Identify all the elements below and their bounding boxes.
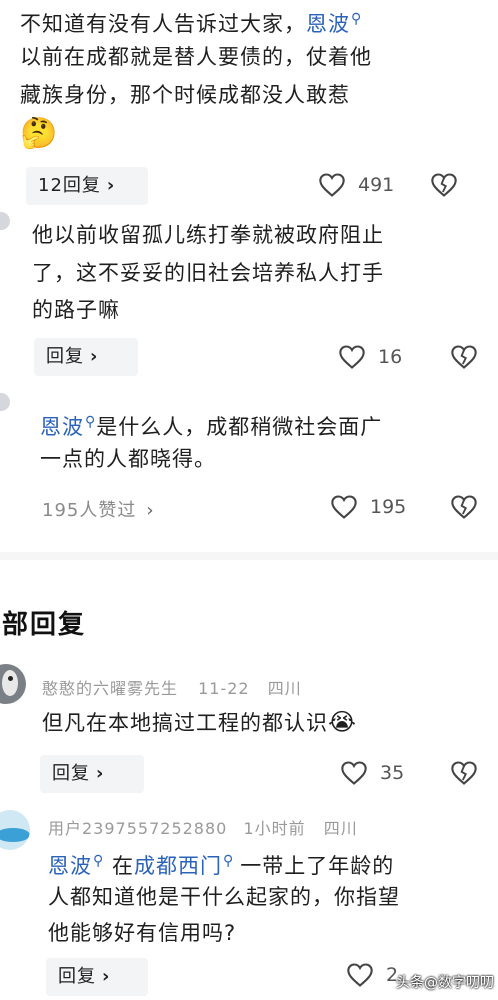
comment2-line3: 的路子嘛 bbox=[32, 298, 120, 322]
reply1-actions: 35 bbox=[340, 760, 478, 786]
comment3-actions: 195 bbox=[330, 494, 478, 520]
mention-enbo[interactable]: 恩波⚲ bbox=[40, 414, 97, 439]
search-icon: ⚲ bbox=[351, 11, 363, 27]
chevron-right-icon: › bbox=[102, 966, 111, 987]
location: 四川 bbox=[323, 819, 358, 838]
like-count: 35 bbox=[380, 762, 405, 784]
heart-icon[interactable] bbox=[330, 494, 358, 520]
search-icon: ⚲ bbox=[85, 414, 97, 430]
reply1-text: 但凡在本地搞过工程的都认识😭 bbox=[42, 705, 357, 740]
comment3-text-post: 是什么人，成都稍微社会面广 bbox=[96, 415, 383, 439]
reply2-meta: 用户2397557252880 1小时前 四川 bbox=[48, 815, 358, 839]
reply-button[interactable]: 回复 › bbox=[40, 755, 144, 793]
reply2-text-post: 一带上了年龄的 bbox=[240, 854, 395, 878]
reply1-meta: 憨憨的六曜雾先生 11-22 四川 bbox=[42, 675, 302, 699]
avatar[interactable] bbox=[0, 810, 30, 850]
location: 四川 bbox=[267, 679, 302, 698]
reply2-text-mid: 在 bbox=[111, 854, 134, 878]
replies-label: 12回复 bbox=[38, 175, 101, 196]
comment2-line2: 了，这不妥妥的旧社会培养私人打手 bbox=[32, 261, 384, 285]
broken-heart-icon[interactable] bbox=[450, 494, 478, 520]
liked-by-label: 195人赞过 bbox=[42, 500, 137, 521]
avatar[interactable] bbox=[0, 664, 26, 704]
reply-label: 回复 bbox=[58, 966, 96, 987]
heart-icon[interactable] bbox=[318, 172, 346, 198]
search-icon: ⚲ bbox=[93, 853, 105, 869]
reply-button[interactable]: 回复 › bbox=[34, 338, 138, 376]
liked-by-link[interactable]: 195人赞过 › bbox=[42, 496, 155, 522]
reply2-line2: 人都知道他是干什么起家的，你指望 bbox=[48, 885, 400, 909]
reply2-actions: 2 bbox=[346, 962, 398, 988]
comment1-line3: 藏族身份，那个时候成都没人敢惹 bbox=[20, 83, 350, 107]
broken-heart-icon[interactable] bbox=[430, 172, 458, 198]
all-replies-title: 部回复 bbox=[2, 610, 87, 640]
partial-avatar bbox=[0, 393, 10, 411]
comment3-line1: 恩波⚲是什么人，成都稍微社会面广 bbox=[40, 405, 382, 444]
crying-emoji: 😭 bbox=[328, 708, 358, 736]
chevron-right-icon: › bbox=[106, 175, 116, 196]
timestamp: 1小时前 bbox=[243, 819, 306, 838]
comment1-line2: 以前在成都就是替人要债的，仗着他 bbox=[20, 45, 372, 69]
thinking-emoji: 🤔 bbox=[20, 116, 58, 151]
chevron-right-icon: › bbox=[90, 346, 99, 367]
heart-icon[interactable] bbox=[338, 344, 366, 370]
like-count: 195 bbox=[370, 496, 407, 518]
comment1-actions: 491 bbox=[318, 172, 458, 198]
comment3-line2: 一点的人都晓得。 bbox=[40, 447, 216, 471]
heart-icon[interactable] bbox=[346, 962, 374, 988]
broken-heart-icon[interactable] bbox=[450, 760, 478, 786]
view-replies-button[interactable]: 12回复 › bbox=[26, 167, 148, 205]
mention-chengdu-ximen[interactable]: 成都西门⚲ bbox=[134, 853, 235, 878]
watermark: 头条@数字叨叨 bbox=[396, 975, 494, 991]
partial-avatar bbox=[0, 212, 10, 230]
timestamp: 11-22 bbox=[198, 679, 250, 698]
heart-icon[interactable] bbox=[340, 760, 368, 786]
reply-label: 回复 bbox=[52, 763, 90, 784]
section-divider bbox=[0, 552, 498, 560]
chevron-right-icon: › bbox=[96, 763, 105, 784]
comment1-line1: 不知道有没有人告诉过大家，恩波⚲ bbox=[20, 2, 498, 41]
chevron-right-icon: › bbox=[146, 500, 155, 521]
username[interactable]: 憨憨的六曜雾先生 bbox=[42, 679, 178, 698]
like-count: 491 bbox=[358, 174, 395, 196]
mention-enbo[interactable]: 恩波⚲ bbox=[306, 11, 363, 36]
comment1-text-pre: 不知道有没有人告诉过大家， bbox=[20, 12, 306, 36]
reply1-body: 但凡在本地搞过工程的都认识 bbox=[42, 711, 328, 735]
reply2-line1: 恩波⚲ 在成都西门⚲ 一带上了年龄的 bbox=[48, 844, 394, 883]
mention-enbo[interactable]: 恩波⚲ bbox=[48, 853, 105, 878]
reply-button[interactable]: 回复 › bbox=[46, 958, 148, 996]
search-icon: ⚲ bbox=[222, 853, 235, 869]
like-count: 16 bbox=[378, 346, 403, 368]
comment2-actions: 16 bbox=[338, 344, 478, 370]
reply-label: 回复 bbox=[46, 346, 84, 367]
broken-heart-icon[interactable] bbox=[450, 344, 478, 370]
reply2-line3: 他能够好有信用吗? bbox=[48, 921, 237, 945]
comment2-line1: 他以前收留孤儿练打拳就被政府阻止 bbox=[32, 223, 384, 247]
username[interactable]: 用户2397557252880 bbox=[48, 819, 227, 838]
